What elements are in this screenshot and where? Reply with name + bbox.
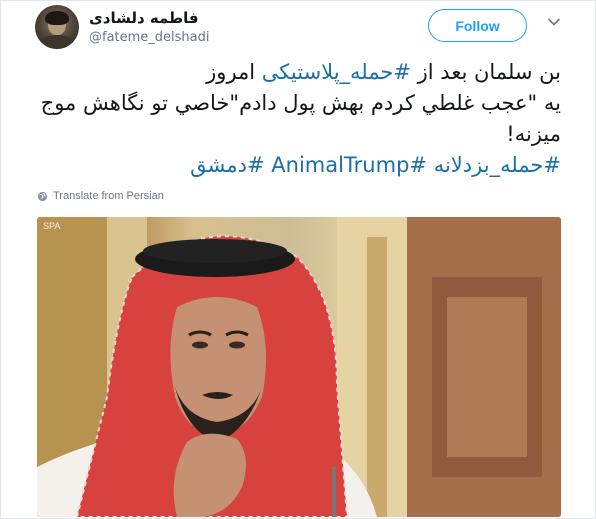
translate-link[interactable]: Translate from Persian — [37, 190, 164, 202]
tweet-line-1-prefix: بن سلمان بعد از — [410, 60, 561, 84]
person-photo-illustration — [37, 217, 561, 517]
hashtag-link[interactable]: #دمشق — [190, 153, 264, 177]
hashtag-link[interactable]: #AnimalTrump — [271, 153, 427, 177]
tweet-photo[interactable]: SPA — [37, 217, 561, 517]
tweet-line-2: يه "عجب غلطي كردم بهش پول دادم"خاصي تو ن… — [40, 91, 561, 115]
hashtags-line: #حمله_بزدلانه #AnimalTrump #دمشق — [37, 150, 561, 181]
globe-icon — [37, 191, 48, 201]
tweet-line-1: بن سلمان بعد از #حمله_پلاستیکی امروز — [37, 57, 561, 88]
avatar[interactable] — [35, 5, 79, 49]
follow-button[interactable]: Follow — [428, 9, 527, 42]
hashtag-link[interactable]: #حمله_بزدلانه — [434, 153, 561, 177]
user-handle[interactable]: @fateme_delshadi — [89, 30, 210, 45]
hashtag-link[interactable]: #حمله_پلاستیکی — [262, 60, 411, 84]
tweet-text: بن سلمان بعد از #حمله_پلاستیکی امروز يه … — [37, 57, 561, 181]
avatar-shoulders — [39, 35, 75, 49]
chevron-down-icon[interactable] — [547, 15, 561, 29]
avatar-mask — [45, 11, 69, 25]
tweet-line-3: ميزنه! — [506, 122, 561, 146]
tweet-card: فاطمه دلشادی @fateme_delshadi Follow بن … — [0, 0, 596, 519]
display-name[interactable]: فاطمه دلشادی — [89, 9, 199, 27]
tweet-line-1-suffix: امروز — [206, 60, 262, 84]
translate-label: Translate from Persian — [53, 190, 164, 202]
photo-watermark: SPA — [43, 221, 61, 231]
